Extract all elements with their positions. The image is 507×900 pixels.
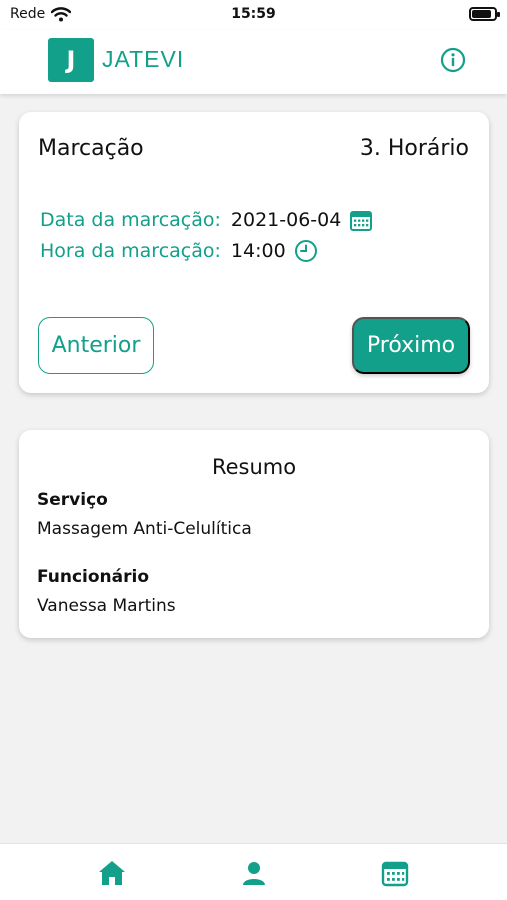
previous-button[interactable]: Anterior: [38, 317, 154, 374]
date-label: Data da marcação:: [40, 209, 221, 231]
app-header: J JATEVI: [0, 30, 507, 94]
booking-card: Marcação 3. Horário Data da marcação: 20…: [19, 112, 489, 393]
summary-title: Resumo: [211, 455, 297, 479]
booking-step: 3. Horário: [359, 136, 469, 161]
status-time: 15:59: [231, 6, 276, 22]
service-label: Serviço: [37, 490, 108, 510]
time-label: Hora da marcação:: [40, 240, 221, 262]
app-logo: J: [48, 38, 94, 82]
info-icon[interactable]: [440, 47, 466, 73]
status-bar: Rede 15:59: [0, 0, 507, 30]
app-name: JATEVI: [102, 46, 185, 72]
service-value: Massagem Anti-Celulítica: [37, 519, 252, 539]
calendar-icon[interactable]: [380, 858, 410, 888]
next-button[interactable]: Próximo: [352, 317, 470, 374]
date-row: Data da marcação: 2021-06-04: [40, 208, 373, 232]
logo-letter: J: [66, 46, 76, 74]
booking-title: Marcação: [38, 136, 144, 161]
clock-icon[interactable]: [294, 239, 318, 263]
time-row: Hora da marcação: 14:00: [40, 239, 318, 263]
calendar-icon[interactable]: [349, 208, 373, 232]
battery-icon: [469, 7, 500, 21]
time-value[interactable]: 14:00: [231, 240, 286, 262]
user-icon[interactable]: [239, 858, 269, 888]
date-value[interactable]: 2021-06-04: [231, 209, 341, 231]
employee-label: Funcionário: [37, 567, 150, 587]
bottom-nav: [0, 843, 507, 900]
employee-value: Vanessa Martins: [37, 596, 176, 616]
summary-card: Resumo Serviço Massagem Anti-Celulítica …: [19, 430, 489, 638]
battery-level: [472, 10, 491, 18]
home-icon[interactable]: [97, 858, 127, 888]
